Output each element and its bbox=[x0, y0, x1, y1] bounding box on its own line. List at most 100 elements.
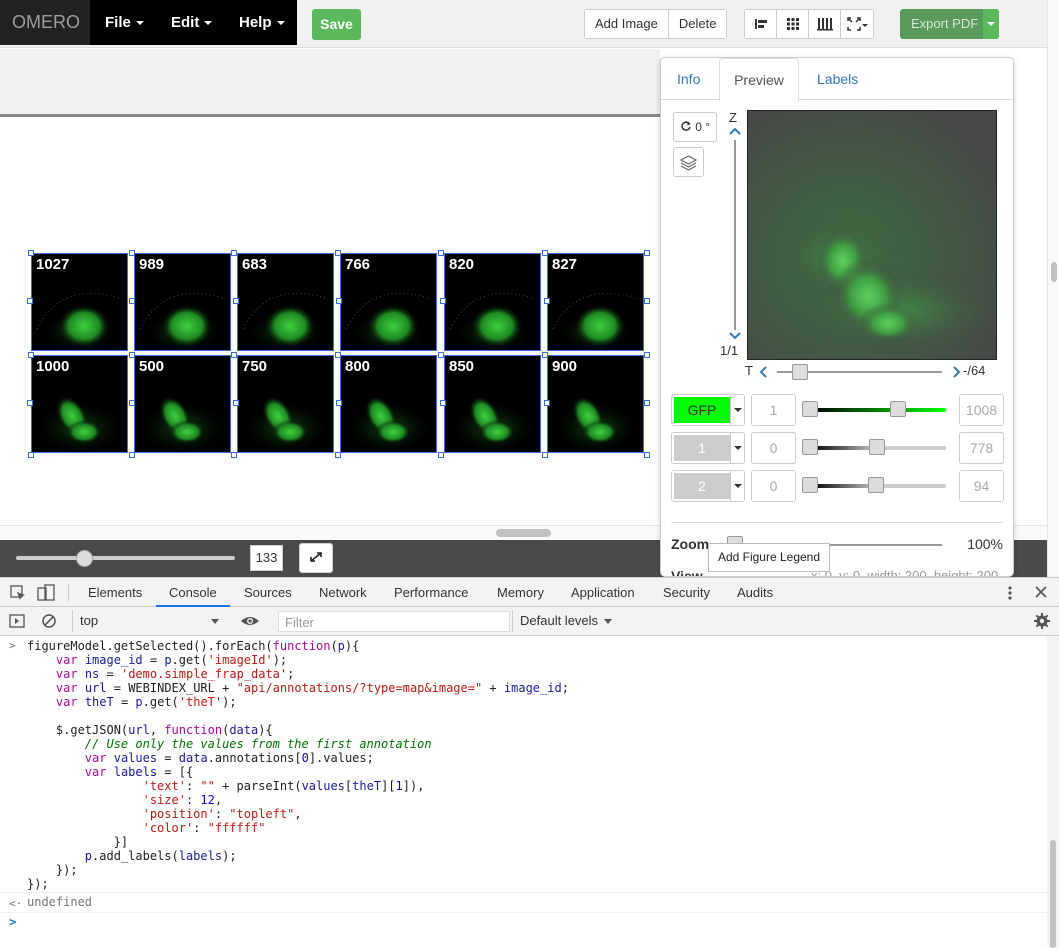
devtools-tab-application[interactable]: Application bbox=[571, 578, 635, 607]
selection-handle[interactable] bbox=[438, 352, 444, 358]
selection-handle[interactable] bbox=[335, 250, 341, 256]
chevron-left-icon[interactable] bbox=[759, 366, 767, 378]
channel-min-handle[interactable] bbox=[802, 401, 818, 417]
channel-min-handle[interactable] bbox=[802, 439, 818, 455]
selection-handle[interactable] bbox=[233, 400, 239, 406]
console-prompt-icon[interactable]: > bbox=[9, 915, 16, 929]
selection-handle[interactable] bbox=[231, 352, 237, 358]
channel-min-input[interactable]: 1 bbox=[751, 394, 796, 426]
fullscreen-dropdown-button[interactable] bbox=[841, 10, 873, 38]
inspect-element-icon[interactable] bbox=[9, 584, 27, 602]
selection-handle[interactable] bbox=[27, 298, 33, 304]
image-preview[interactable] bbox=[747, 110, 997, 360]
channel-toggle-2[interactable]: 2 bbox=[671, 470, 745, 502]
channel-max-input[interactable]: 94 bbox=[959, 470, 1004, 502]
channel-min-handle[interactable] bbox=[802, 477, 818, 493]
page-vertical-scrollbar[interactable] bbox=[1047, 0, 1059, 577]
figure-panel[interactable]: 900 bbox=[547, 355, 644, 453]
channel-max-input[interactable]: 1008 bbox=[959, 394, 1004, 426]
scrollbar-thumb[interactable] bbox=[1050, 840, 1056, 948]
selection-handle[interactable] bbox=[336, 400, 342, 406]
devtools-tab-security[interactable]: Security bbox=[663, 578, 710, 607]
figure-panel[interactable]: 683 bbox=[237, 253, 334, 351]
z-slider-track[interactable] bbox=[734, 140, 736, 330]
channel-min-input[interactable]: 0 bbox=[751, 432, 796, 464]
devtools-tab-performance[interactable]: Performance bbox=[394, 578, 468, 607]
selection-handle[interactable] bbox=[644, 352, 650, 358]
selection-handle[interactable] bbox=[231, 250, 237, 256]
channel-color-dropdown[interactable] bbox=[730, 433, 744, 463]
zoom-input[interactable]: 133 bbox=[250, 545, 283, 571]
zoom-to-fit-button[interactable] bbox=[299, 543, 333, 573]
devtools-tab-audits[interactable]: Audits bbox=[737, 578, 773, 607]
selection-handle[interactable] bbox=[233, 298, 239, 304]
channel-max-handle[interactable] bbox=[868, 477, 884, 493]
selection-handle[interactable] bbox=[28, 250, 34, 256]
devtools-tab-network[interactable]: Network bbox=[319, 578, 367, 607]
figure-panel[interactable]: 766 bbox=[340, 253, 437, 351]
selection-handle[interactable] bbox=[336, 298, 342, 304]
zoom-slider-handle[interactable] bbox=[76, 550, 93, 567]
help-menu[interactable]: Help bbox=[239, 0, 285, 45]
figure-panel[interactable]: 820 bbox=[444, 253, 541, 351]
figure-panel[interactable]: 989 bbox=[134, 253, 231, 351]
selection-handle[interactable] bbox=[28, 452, 34, 458]
selection-handle[interactable] bbox=[335, 352, 341, 358]
figure-panel[interactable]: 827 bbox=[547, 253, 644, 351]
t-slider[interactable]: T -/64 bbox=[745, 362, 995, 382]
selection-handle[interactable] bbox=[542, 250, 548, 256]
selection-handle[interactable] bbox=[440, 298, 446, 304]
devtools-tab-sources[interactable]: Sources bbox=[244, 578, 292, 607]
channel-toggle-1[interactable]: 1 bbox=[671, 432, 745, 464]
selection-handle[interactable] bbox=[129, 250, 135, 256]
selection-handle[interactable] bbox=[644, 400, 650, 406]
channel-color-dropdown[interactable] bbox=[730, 471, 744, 501]
edit-menu[interactable]: Edit bbox=[171, 0, 213, 45]
clear-console-icon[interactable] bbox=[41, 613, 57, 629]
chevron-up-icon[interactable] bbox=[729, 127, 741, 135]
scrollbar-thumb[interactable] bbox=[496, 529, 551, 537]
chevron-down-icon[interactable] bbox=[729, 332, 741, 340]
delete-button[interactable]: Delete bbox=[668, 10, 727, 38]
devtools-tab-memory[interactable]: Memory bbox=[497, 578, 544, 607]
t-slider-handle[interactable] bbox=[792, 364, 808, 380]
align-left-button[interactable] bbox=[745, 10, 777, 38]
save-button[interactable]: Save bbox=[312, 9, 361, 40]
selection-handle[interactable] bbox=[438, 452, 444, 458]
channel-toggle-gfp[interactable]: GFP bbox=[671, 394, 745, 426]
close-icon[interactable] bbox=[1034, 585, 1048, 599]
z-projection-button[interactable] bbox=[673, 147, 704, 177]
selection-handle[interactable] bbox=[129, 400, 135, 406]
add-image-button[interactable]: Add Image bbox=[585, 10, 669, 38]
selection-handle[interactable] bbox=[542, 452, 548, 458]
tab-preview[interactable]: Preview bbox=[719, 58, 799, 101]
channel-min-input[interactable]: 0 bbox=[751, 470, 796, 502]
file-menu[interactable]: File bbox=[105, 0, 144, 45]
selection-handle[interactable] bbox=[644, 452, 650, 458]
chevron-right-icon[interactable] bbox=[953, 366, 961, 378]
channel-color-dropdown[interactable] bbox=[730, 395, 744, 425]
selection-handle[interactable] bbox=[542, 352, 548, 358]
selection-handle[interactable] bbox=[27, 400, 33, 406]
figure-panel[interactable]: 850 bbox=[444, 355, 541, 453]
selection-handle[interactable] bbox=[440, 400, 446, 406]
selection-handle[interactable] bbox=[644, 298, 650, 304]
channel-max-input[interactable]: 778 bbox=[959, 432, 1004, 464]
figure-panel[interactable]: 1000 bbox=[31, 355, 128, 453]
tab-info[interactable]: Info bbox=[677, 58, 700, 100]
grid-button[interactable] bbox=[777, 10, 809, 38]
selection-handle[interactable] bbox=[129, 452, 135, 458]
figure-panel[interactable]: 500 bbox=[134, 355, 231, 453]
log-levels-select[interactable]: Default levels bbox=[512, 610, 622, 632]
console-filter-input[interactable]: Filter bbox=[278, 611, 510, 632]
align-top-button[interactable] bbox=[809, 10, 841, 38]
more-vertical-icon[interactable] bbox=[1004, 584, 1016, 602]
channel-max-handle[interactable] bbox=[869, 439, 885, 455]
channel-range-slider[interactable] bbox=[811, 408, 946, 412]
devtools-tab-console[interactable]: Console bbox=[156, 578, 230, 607]
selection-handle[interactable] bbox=[231, 452, 237, 458]
export-pdf-button[interactable]: Export PDF bbox=[900, 9, 999, 39]
sidebar-toggle-icon[interactable] bbox=[9, 613, 25, 629]
selection-handle[interactable] bbox=[544, 298, 550, 304]
rotate-button[interactable]: 0 ° bbox=[673, 112, 717, 142]
